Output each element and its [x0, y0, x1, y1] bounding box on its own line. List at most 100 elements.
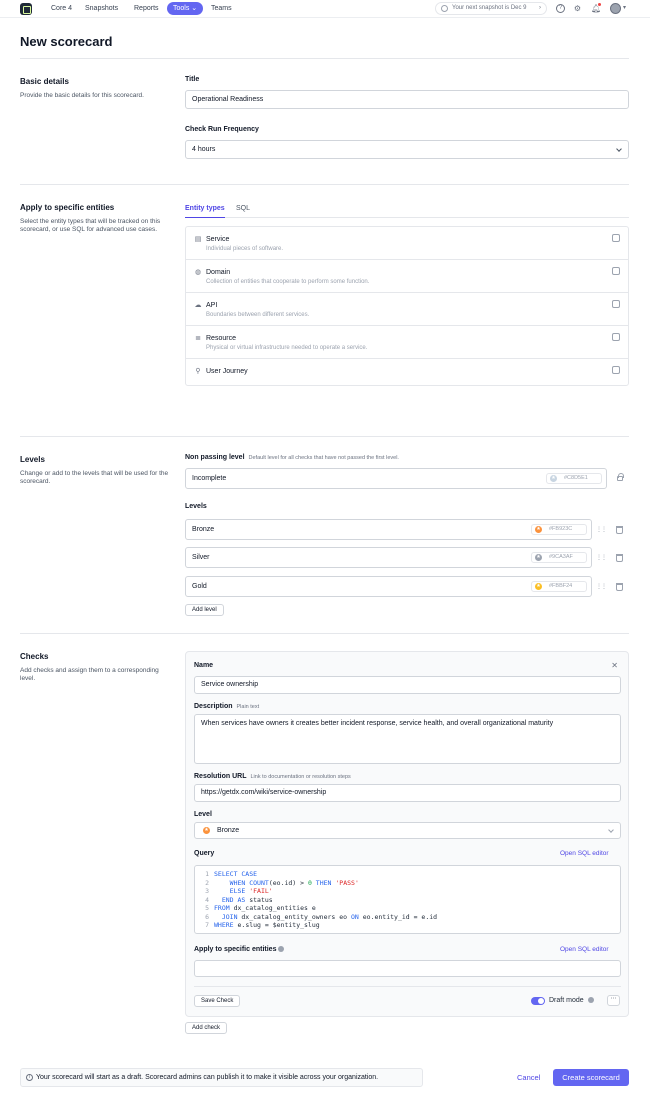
open-sql-editor-link[interactable]: Open SQL editor	[560, 850, 609, 857]
apply-entities-input[interactable]	[194, 960, 621, 977]
entity-row-service[interactable]: ▤ Service Individual pieces of software.	[186, 227, 628, 260]
entity-row-user-journey[interactable]: ⚲ User Journey	[186, 359, 628, 385]
drag-handle-icon[interactable]: ⋮⋮	[596, 583, 607, 590]
divider	[20, 184, 629, 185]
database-icon: ≣	[195, 335, 201, 342]
add-level-button[interactable]: Add level	[185, 604, 224, 616]
color-picker[interactable]: #FBBF24	[531, 581, 587, 592]
close-icon[interactable]: ✕	[611, 661, 618, 670]
drag-handle-icon[interactable]: ⋮⋮	[596, 526, 607, 533]
entity-checkbox[interactable]	[612, 366, 620, 374]
entity-checkbox[interactable]	[612, 300, 620, 308]
frequency-select[interactable]: 4 hours	[185, 140, 629, 159]
trash-icon[interactable]	[616, 526, 623, 534]
chevron-down-icon	[608, 826, 614, 833]
code-line: 2 WHEN COUNT(eo.id) > 0 THEN 'PASS'	[205, 878, 359, 887]
cancel-button[interactable]: Cancel	[517, 1073, 540, 1082]
non-passing-hint: Default level for all checks that have n…	[248, 455, 399, 461]
color-picker[interactable]: #9CA3AF	[531, 552, 587, 563]
next-snapshot-pill[interactable]: Your next snapshot is Dec 9 ›	[435, 2, 547, 15]
star-icon	[535, 582, 542, 591]
globe-icon: ◍	[194, 269, 202, 276]
non-passing-level-input[interactable]: Incomplete #C8D5E1	[185, 468, 607, 489]
frequency-label: Check Run Frequency	[185, 126, 259, 133]
check-level-select[interactable]: Bronze	[194, 822, 621, 839]
nav-teams[interactable]: Teams	[211, 5, 232, 12]
divider	[20, 633, 629, 634]
divider	[20, 436, 629, 437]
check-description-textarea[interactable]: When services have owners it creates bet…	[194, 714, 621, 764]
drag-handle-icon[interactable]: ⋮⋮	[596, 554, 607, 561]
code-line: 1 SELECT CASE	[205, 870, 258, 878]
chevron-down-icon[interactable]: ▾	[623, 4, 626, 11]
avatar[interactable]	[610, 3, 621, 14]
sql-query-editor[interactable]: 1 SELECT CASE 2 WHEN COUNT(eo.id) > 0 THE…	[194, 865, 621, 934]
levels-label: Levels	[185, 503, 207, 510]
notification-dot	[598, 3, 601, 6]
basic-details-title: Basic details	[20, 77, 69, 86]
level-name: Incomplete	[192, 475, 227, 482]
title-input[interactable]: Operational Readiness	[185, 90, 629, 109]
help-icon[interactable]: ?	[556, 4, 565, 13]
entity-tabs: Entity types SQL	[185, 203, 629, 218]
resolution-url-input[interactable]: https://getdx.com/wiki/service-ownership	[194, 784, 621, 802]
trash-icon[interactable]	[616, 583, 623, 591]
nav-snapshots[interactable]: Snapshots	[85, 5, 118, 12]
tab-entity-types[interactable]: Entity types	[185, 205, 225, 218]
entity-checkbox[interactable]	[612, 333, 620, 341]
color-picker[interactable]: #C8D5E1	[546, 473, 602, 484]
check-name-input[interactable]: Service ownership	[194, 676, 621, 694]
code-line: 6 JOIN dx_catalog_entity_owners eo ON eo…	[205, 912, 438, 921]
entity-row-api[interactable]: ☁ API Boundaries between different servi…	[186, 293, 628, 326]
divider	[194, 986, 621, 987]
next-snapshot-text: Your next snapshot is Dec 9	[452, 5, 527, 11]
divider	[20, 58, 629, 59]
entity-name: Domain	[206, 269, 231, 276]
clock-icon	[441, 5, 448, 12]
draft-mode-toggle[interactable]	[531, 997, 545, 1005]
entities-desc: Select the entity types that will be tra…	[20, 218, 161, 233]
nav-reports[interactable]: Reports	[134, 5, 159, 12]
save-check-button[interactable]: Save Check	[194, 995, 241, 1007]
code-line: 7 WHERE e.slug = $entity_slug	[205, 921, 320, 929]
top-nav: Core 4 Snapshots Reports Tools ⌄ Teams Y…	[0, 0, 650, 18]
star-icon	[535, 553, 542, 562]
create-scorecard-button[interactable]: Create scorecard	[553, 1069, 629, 1086]
check-level-value: Bronze	[217, 827, 240, 834]
entity-row-domain[interactable]: ◍ Domain Collection of entities that coo…	[186, 260, 628, 293]
entity-desc: Collection of entities that cooperate to…	[206, 279, 370, 285]
lock-icon	[617, 473, 624, 481]
entity-checkbox[interactable]	[612, 267, 620, 275]
entity-type-list: ▤ Service Individual pieces of software.…	[185, 226, 629, 386]
more-options-button[interactable]: ⋯	[607, 995, 620, 1006]
gear-icon[interactable]: ⚙	[573, 4, 582, 13]
non-passing-label: Non passing level Default level for all c…	[185, 454, 399, 461]
tab-sql[interactable]: SQL	[236, 205, 250, 218]
level-name: Bronze	[192, 526, 215, 533]
level-input-gold[interactable]: Gold #FBBF24	[185, 576, 592, 597]
star-icon	[535, 525, 542, 534]
trash-icon[interactable]	[616, 554, 623, 562]
resolution-url-label: Resolution URL Link to documentation or r…	[194, 773, 351, 780]
chevron-down-icon	[616, 145, 622, 152]
entity-row-resource[interactable]: ≣ Resource Physical or virtual infrastru…	[186, 326, 628, 359]
level-input-bronze[interactable]: Bronze #FB923C	[185, 519, 592, 540]
entity-desc: Boundaries between different services.	[206, 312, 310, 318]
entity-checkbox[interactable]	[612, 234, 620, 242]
open-sql-editor-link[interactable]: Open SQL editor	[560, 946, 609, 953]
levels-title: Levels	[20, 455, 45, 464]
app-logo[interactable]	[20, 3, 32, 15]
check-card: ✕ Name Service ownership Description Plai…	[185, 651, 629, 1017]
check-desc-hint: Plain text	[236, 704, 260, 710]
bell-icon[interactable]: 🔔︎	[591, 3, 601, 13]
entity-name: Resource	[206, 335, 236, 342]
color-picker[interactable]: #FB923C	[531, 524, 587, 535]
checks-desc: Add checks and assign them to a correspo…	[20, 667, 159, 682]
nav-tools[interactable]: Tools ⌄	[167, 2, 204, 15]
nav-core4[interactable]: Core 4	[51, 5, 72, 12]
apply-entities-label: Apply to specific entities	[194, 946, 285, 953]
add-check-button[interactable]: Add check	[185, 1022, 228, 1034]
check-name-label: Name	[194, 662, 214, 669]
level-name: Silver	[192, 554, 210, 561]
level-input-silver[interactable]: Silver #9CA3AF	[185, 547, 592, 568]
